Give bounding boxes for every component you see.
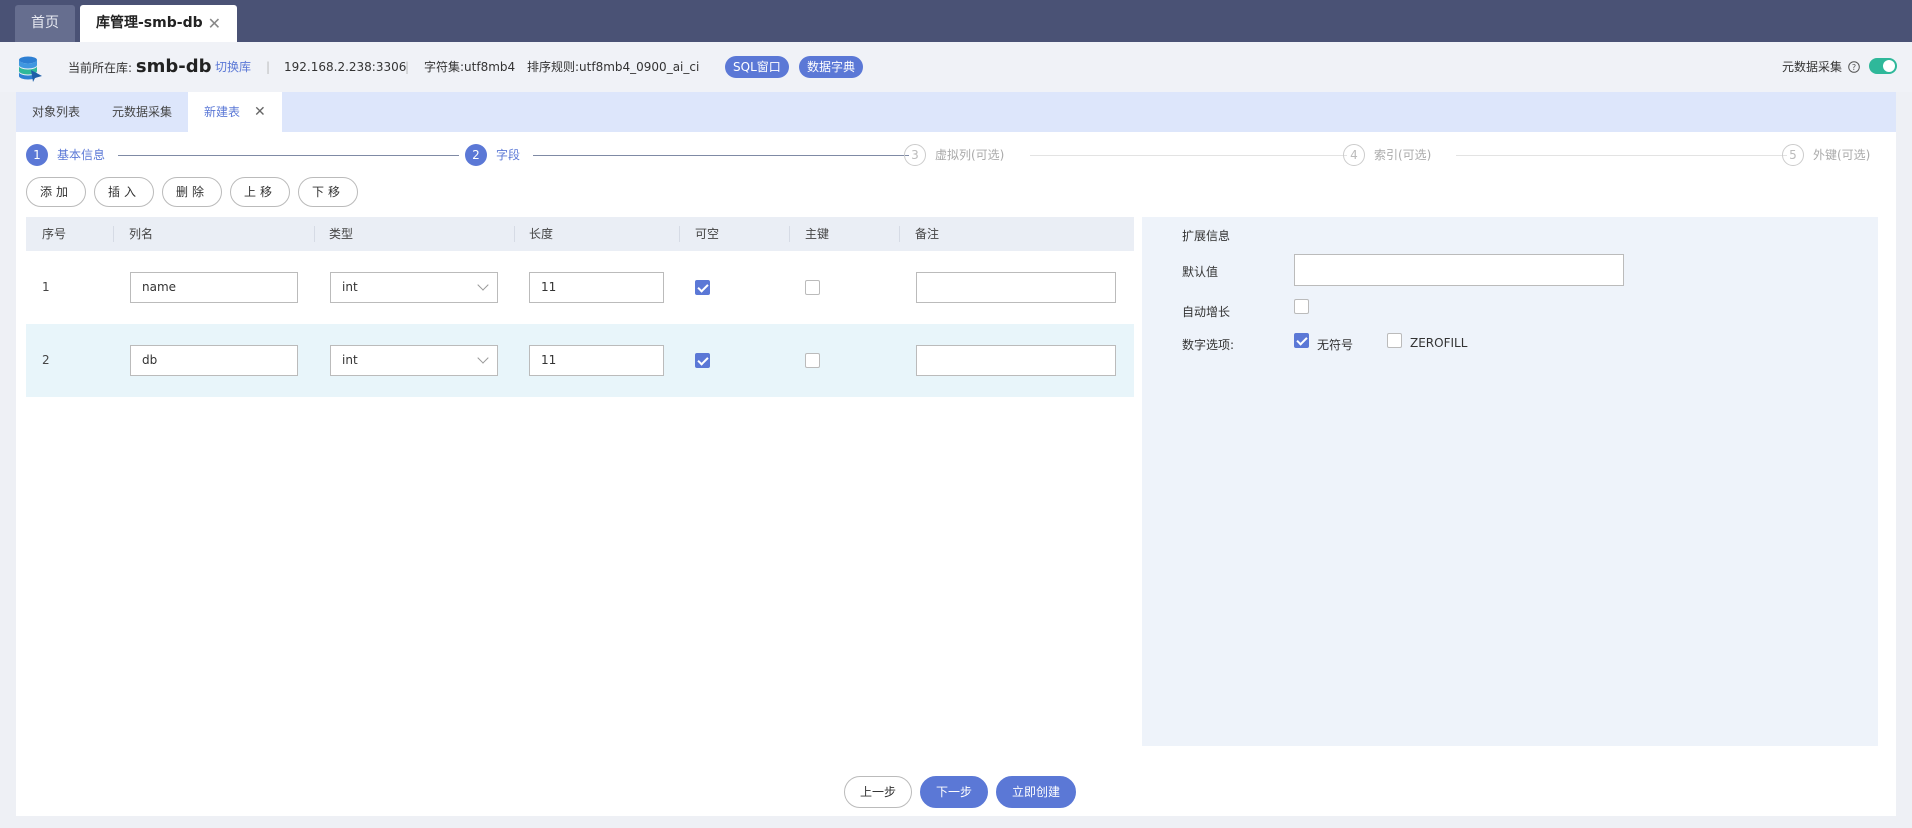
prev-step-button[interactable]: 上一步: [844, 776, 912, 808]
column-type-select[interactable]: int: [330, 272, 498, 303]
tab-home[interactable]: 首页: [15, 5, 75, 42]
create-now-button[interactable]: 立即创建: [996, 776, 1076, 808]
primary-key-checkbox[interactable]: [805, 280, 820, 295]
row-index: 2: [42, 353, 50, 367]
current-db-name: smb-db: [135, 56, 212, 77]
next-step-button[interactable]: 下一步: [920, 776, 988, 808]
step-5-label: 外键(可选): [1813, 148, 1871, 162]
chevron-down-icon: [477, 352, 489, 364]
delete-button[interactable]: 删除: [162, 177, 222, 207]
step-1-label: 基本信息: [57, 148, 106, 162]
main-panel: 对象列表 元数据采集 新建表 ✕ 1 基本信息 2 字段 3 虚拟列(可选) 4 …: [16, 92, 1896, 816]
column-type-value: int: [342, 280, 358, 294]
tab-new-table[interactable]: 新建表 ✕: [188, 92, 282, 132]
help-icon[interactable]: ?: [1848, 61, 1860, 73]
step-4-circle: 4: [1343, 144, 1365, 166]
nullable-checkbox[interactable]: [695, 353, 710, 368]
auto-increment-label: 自动增长: [1182, 305, 1231, 319]
column-divider: [679, 226, 680, 242]
column-divider: [113, 226, 114, 242]
column-divider: [314, 226, 315, 242]
default-value-input[interactable]: [1294, 254, 1624, 286]
separator: |: [266, 60, 271, 74]
header-index: 序号: [42, 227, 67, 241]
header-name: 列名: [129, 227, 154, 241]
metadata-collect-toggle[interactable]: [1869, 58, 1897, 74]
column-length-input[interactable]: 11: [529, 345, 664, 376]
header-type: 类型: [329, 227, 354, 241]
primary-key-checkbox[interactable]: [805, 353, 820, 368]
header-length: 长度: [529, 227, 554, 241]
chevron-down-icon: [477, 279, 489, 291]
step-connector: [1456, 155, 1787, 156]
step-3-circle: 3: [904, 144, 926, 166]
step-3-label: 虚拟列(可选): [935, 148, 1005, 162]
numeric-options-label: 数字选项:: [1182, 338, 1235, 352]
step-connector: [118, 155, 459, 156]
step-4-label: 索引(可选): [1374, 148, 1432, 162]
sql-window-button[interactable]: SQL窗口: [725, 56, 789, 78]
tab-new-table-label: 新建表: [204, 105, 241, 119]
tab-db-manage[interactable]: 库管理-smb-db ✕: [80, 5, 237, 42]
data-dict-button[interactable]: 数据字典: [799, 56, 864, 78]
collation-info: 排序规则:utf8mb4_0900_ai_ci: [527, 60, 700, 74]
nullable-checkbox[interactable]: [695, 280, 710, 295]
insert-button[interactable]: 插入: [94, 177, 154, 207]
move-down-button[interactable]: 下移: [298, 177, 358, 207]
column-divider: [899, 226, 900, 242]
column-name-input[interactable]: name: [130, 272, 298, 303]
top-tab-bar: 首页 库管理-smb-db ✕: [0, 0, 1912, 42]
header-nullable: 可空: [695, 227, 720, 241]
close-icon[interactable]: ✕: [254, 104, 266, 120]
column-type-value: int: [342, 353, 358, 367]
step-5-circle: 5: [1782, 144, 1804, 166]
column-comment-input[interactable]: [916, 272, 1116, 303]
step-2-circle: 2: [465, 144, 487, 166]
column-comment-input[interactable]: [916, 345, 1116, 376]
table-row[interactable]: 2 db int 11: [26, 324, 1134, 397]
separator: |: [405, 60, 410, 74]
db-info-bar: 当前所在库: smb-db 切换库 | 192.168.2.238:3306 |…: [0, 42, 1912, 92]
tab-object-list[interactable]: 对象列表: [16, 92, 96, 132]
metadata-collect-label: 元数据采集: [1782, 60, 1843, 74]
tab-db-manage-label: 库管理-smb-db: [96, 15, 203, 31]
table-row[interactable]: 1 name int 11: [26, 251, 1134, 324]
step-2-label: 字段: [496, 148, 521, 162]
fields-table-header: 序号 列名 类型 长度 可空 主键 备注: [26, 217, 1134, 251]
step-1-circle: 1: [26, 144, 48, 166]
unsigned-label: 无符号: [1317, 338, 1354, 352]
column-divider: [514, 226, 515, 242]
column-type-select[interactable]: int: [330, 345, 498, 376]
db-host: 192.168.2.238:3306: [284, 60, 407, 74]
move-up-button[interactable]: 上移: [230, 177, 290, 207]
step-connector: [533, 155, 909, 156]
step-connector: [1030, 155, 1347, 156]
switch-db-link[interactable]: 切换库: [215, 42, 251, 92]
column-divider: [789, 226, 790, 242]
extension-panel-title: 扩展信息: [1182, 229, 1231, 243]
close-icon[interactable]: ✕: [208, 5, 221, 42]
current-db-label: 当前所在库:: [68, 61, 133, 75]
svg-text:?: ?: [1852, 63, 1856, 72]
unsigned-checkbox[interactable]: [1294, 333, 1309, 348]
sub-tab-bar: 对象列表 元数据采集 新建表 ✕: [16, 92, 1896, 132]
column-name-input[interactable]: db: [130, 345, 298, 376]
row-index: 1: [42, 280, 50, 294]
add-button[interactable]: 添加: [26, 177, 86, 207]
database-icon: [19, 56, 42, 82]
auto-increment-checkbox[interactable]: [1294, 299, 1309, 314]
charset-info: 字符集:utf8mb4: [424, 60, 516, 74]
zerofill-checkbox[interactable]: [1387, 333, 1402, 348]
tab-metadata-collect[interactable]: 元数据采集: [96, 92, 188, 132]
column-length-input[interactable]: 11: [529, 272, 664, 303]
extension-panel: 扩展信息 默认值 自动增长 数字选项: 无符号 ZEROFILL: [1142, 217, 1878, 746]
default-value-label: 默认值: [1182, 265, 1219, 279]
header-primary: 主键: [805, 227, 830, 241]
zerofill-label: ZEROFILL: [1410, 336, 1468, 350]
header-comment: 备注: [915, 227, 940, 241]
